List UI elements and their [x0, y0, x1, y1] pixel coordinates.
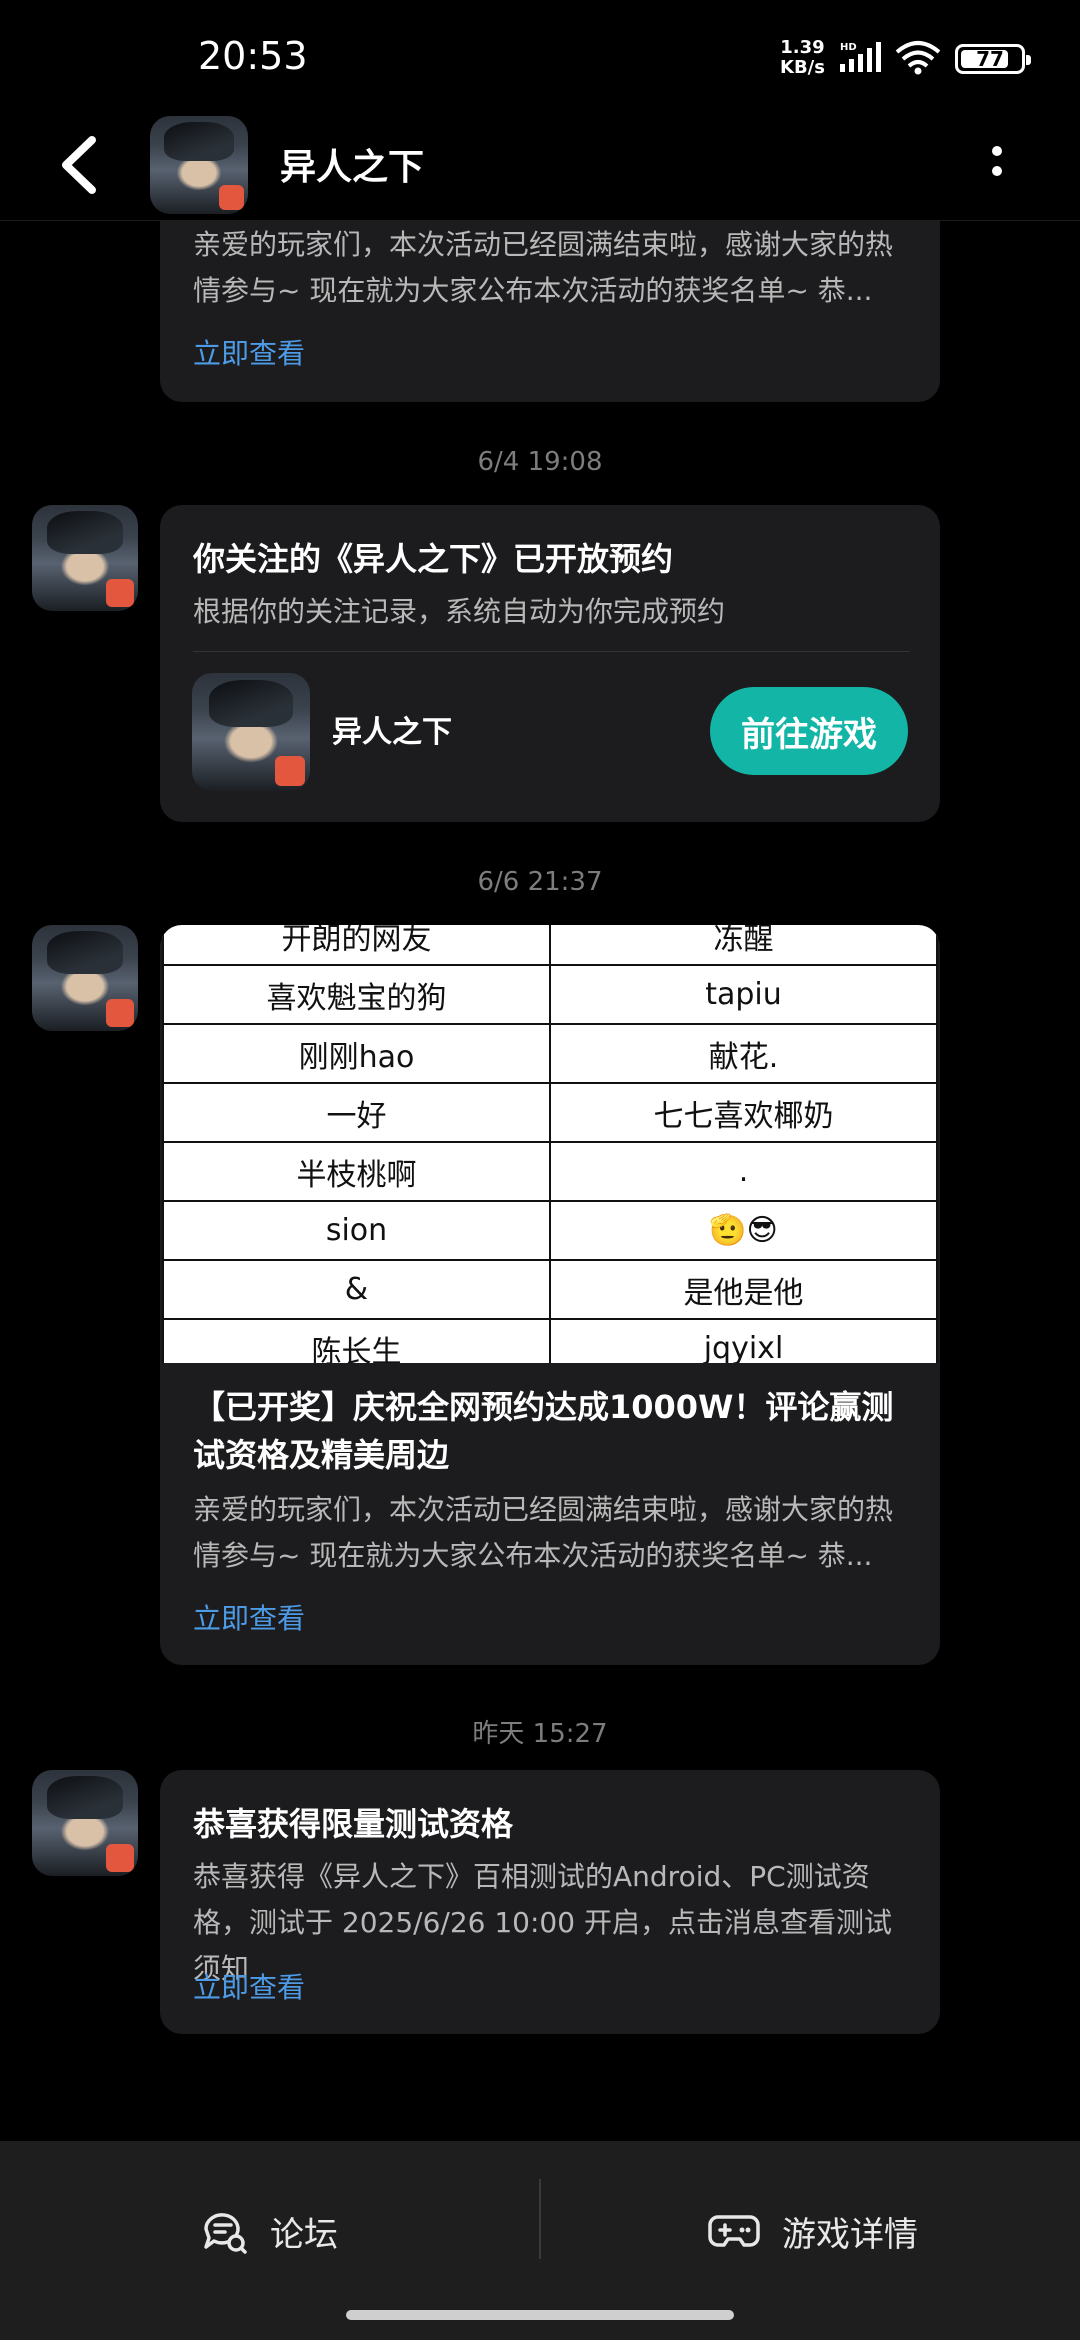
network-speed-unit: KB/s [780, 57, 825, 78]
more-vertical-icon[interactable] [990, 140, 1004, 190]
status-bar: 20:53 1.39 KB/s HD 77 [0, 0, 1080, 120]
message-timestamp: 昨天 15:27 [472, 1719, 608, 1749]
forum-tab[interactable]: 论坛 [200, 2196, 338, 2266]
table-cell: tapiu [549, 964, 938, 1025]
message-body: 亲爱的玩家们，本次活动已经圆满结束啦，感谢大家的热情参与~ 现在就为大家公布本次… [193, 228, 894, 307]
status-time: 20:53 [198, 34, 308, 78]
message-title: 恭喜获得限量测试资格 [193, 1805, 514, 1843]
table-row: 一好 七七喜欢椰奶 [162, 1082, 938, 1143]
message-timestamp: 6/4 19:08 [477, 447, 603, 477]
table-cell: 冻醒 [549, 925, 938, 966]
table-cell: 喜欢魁宝的狗 [162, 964, 551, 1025]
battery-icon: 77 [955, 44, 1031, 74]
table-cell: 献花. [549, 1023, 938, 1084]
message-card[interactable]: 恭喜获得限量测试资格 恭喜获得《异人之下》百相测试的Android、PC测试资格… [160, 1770, 940, 2034]
divider [193, 651, 910, 652]
table-cell: 七七喜欢椰奶 [549, 1082, 938, 1143]
message-card[interactable]: 开朗的网友 冻醒 喜欢魁宝的狗 tapiu 刚刚hao 献花. 一好 七七喜欢椰奶 半枝… [160, 925, 940, 1665]
tab-separator [539, 2179, 541, 2259]
game-icon[interactable] [192, 673, 310, 791]
table-row: 半枝桃啊. [162, 1141, 938, 1202]
sender-avatar[interactable] [32, 505, 138, 611]
table-cell: 🫡😎 [549, 1200, 938, 1261]
sender-avatar[interactable] [32, 1770, 138, 1876]
winners-list-image[interactable]: 开朗的网友 冻醒 喜欢魁宝的狗 tapiu 刚刚hao 献花. 一好 七七喜欢椰奶 半枝… [162, 925, 938, 1363]
network-speed: 1.39 KB/s [780, 38, 825, 78]
cellular-signal-icon: HD [840, 42, 881, 72]
table-row: & 是他是他 [162, 1259, 938, 1320]
table-cell: 一好 [162, 1082, 551, 1143]
message-title: 【已开奖】庆祝全网预约达成1000W！评论赢测试资格及精美周边 [193, 1388, 894, 1474]
go-to-game-button[interactable]: 前往游戏 [710, 687, 908, 775]
home-indicator[interactable] [346, 2310, 734, 2320]
game-name: 异人之下 [332, 715, 452, 750]
table-cell: 半枝桃啊 [162, 1141, 551, 1202]
message-title: 你关注的《异人之下》已开放预约 [193, 540, 674, 578]
message-card[interactable]: 你关注的《异人之下》已开放预约 根据你的关注记录，系统自动为你完成预约 异人之下… [160, 505, 940, 822]
table-cell: & [162, 1259, 551, 1320]
view-now-link[interactable]: 立即查看 [193, 1966, 305, 2006]
table-cell: 陈长生 [162, 1318, 551, 1363]
table-cell: 刚刚hao [162, 1023, 551, 1084]
battery-level: 77 [976, 47, 1004, 71]
view-now-link[interactable]: 立即查看 [193, 1597, 305, 1637]
view-now-link[interactable]: 立即查看 [193, 332, 305, 372]
table-row: 开朗的网友 冻醒 [162, 925, 938, 966]
table-row: 陈长生 jqyixl [162, 1318, 938, 1363]
page-title: 异人之下 [280, 147, 425, 188]
sender-avatar[interactable] [32, 925, 138, 1031]
table-row: 喜欢魁宝的狗 tapiu [162, 964, 938, 1025]
table-cell: jqyixl [549, 1318, 938, 1363]
game-details-tab[interactable]: 游戏详情 [708, 2196, 918, 2266]
game-details-tab-label: 游戏详情 [782, 2214, 918, 2255]
message-body: 根据你的关注记录，系统自动为你完成预约 [193, 595, 726, 628]
message-body: 亲爱的玩家们，本次活动已经圆满结束啦，感谢大家的热情参与~ 现在就为大家公布本次… [193, 1493, 894, 1572]
forum-tab-label: 论坛 [270, 2214, 338, 2255]
table-cell: sion [162, 1200, 551, 1261]
wifi-icon [895, 41, 941, 75]
back-arrow-icon[interactable] [50, 130, 110, 200]
gamepad-icon [708, 2215, 760, 2247]
network-speed-value: 1.39 [780, 37, 825, 58]
table-cell: . [549, 1141, 938, 1202]
winners-table: 开朗的网友 冻醒 喜欢魁宝的狗 tapiu 刚刚hao 献花. 一好 七七喜欢椰奶 半枝… [162, 925, 938, 1363]
message-timestamp: 6/6 21:37 [477, 867, 603, 897]
table-row: 刚刚hao 献花. [162, 1023, 938, 1084]
header-game-avatar[interactable] [150, 116, 248, 214]
table-cell: 开朗的网友 [162, 925, 551, 966]
svg-text:HD: HD [840, 42, 857, 53]
table-cell: 是他是他 [549, 1259, 938, 1320]
chat-header: 异人之下 [0, 110, 1080, 221]
forum-chat-icon [204, 2213, 247, 2254]
table-row: sion 🫡😎 [162, 1200, 938, 1261]
